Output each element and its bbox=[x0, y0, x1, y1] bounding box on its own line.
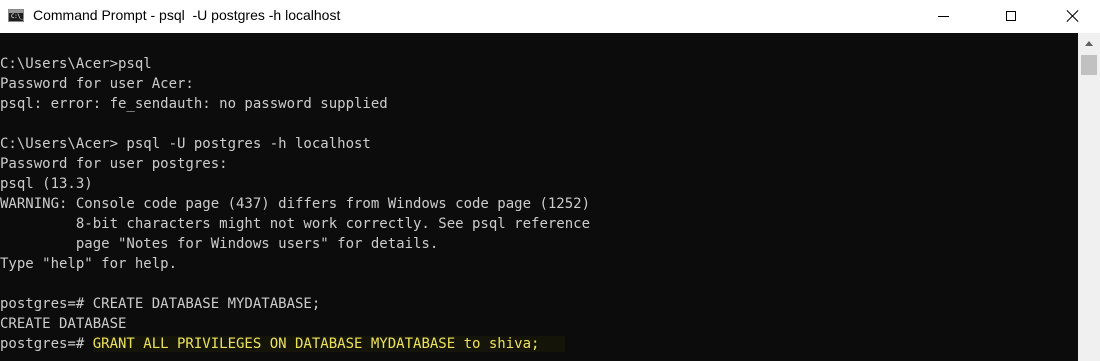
console-line: psql: error: fe_sendauth: no password su… bbox=[0, 96, 388, 112]
console-line: 8-bit characters might not work correctl… bbox=[0, 216, 591, 232]
command-prompt-window: C:\_ Command Prompt - psql -U postgres -… bbox=[0, 0, 1100, 361]
console-prompt: postgres=# bbox=[0, 336, 93, 352]
scroll-up-button[interactable] bbox=[1078, 33, 1100, 53]
maximize-button[interactable] bbox=[988, 0, 1034, 32]
highlighted-command: GRANT ALL PRIVILEGES ON DATABASE MYDATAB… bbox=[92, 336, 540, 352]
console-line: WARNING: Console code page (437) differs… bbox=[0, 196, 591, 212]
scrollbar-thumb[interactable] bbox=[1081, 55, 1097, 75]
minimize-icon bbox=[937, 15, 949, 17]
console-line: C:\Users\Acer> psql -U postgres -h local… bbox=[0, 136, 371, 152]
maximize-icon bbox=[1006, 11, 1016, 21]
close-icon bbox=[1066, 9, 1080, 23]
cmd-icon: C:\_ bbox=[8, 9, 24, 22]
console-line: C:\Users\Acer>psql bbox=[0, 56, 152, 72]
console-input-line[interactable]: postgres=# GRANT ALL PRIVILEGES ON DATAB… bbox=[0, 334, 565, 354]
console-line: Type "help" for help. bbox=[0, 256, 178, 272]
vertical-scrollbar[interactable] bbox=[1078, 33, 1100, 361]
close-button[interactable] bbox=[1050, 0, 1096, 32]
console-line: postgres=# CREATE DATABASE MYDATABASE; bbox=[0, 296, 321, 312]
console-output[interactable]: C:\Users\Acer>psql Password for user Ace… bbox=[0, 33, 1078, 361]
console-line: CREATE DATABASE bbox=[0, 316, 127, 332]
console-line: psql (13.3) bbox=[0, 176, 93, 192]
console-line: Password for user Acer: bbox=[0, 76, 194, 92]
console-line: page "Notes for Windows users" for detai… bbox=[0, 236, 439, 252]
title-bar[interactable]: C:\_ Command Prompt - psql -U postgres -… bbox=[0, 0, 1100, 33]
console-line: Password for user postgres: bbox=[0, 156, 228, 172]
window-title: Command Prompt - psql -U postgres -h loc… bbox=[33, 7, 341, 23]
minimize-button[interactable] bbox=[920, 0, 966, 32]
arrow-up-icon bbox=[1085, 40, 1093, 46]
console-cursor bbox=[539, 336, 565, 352]
